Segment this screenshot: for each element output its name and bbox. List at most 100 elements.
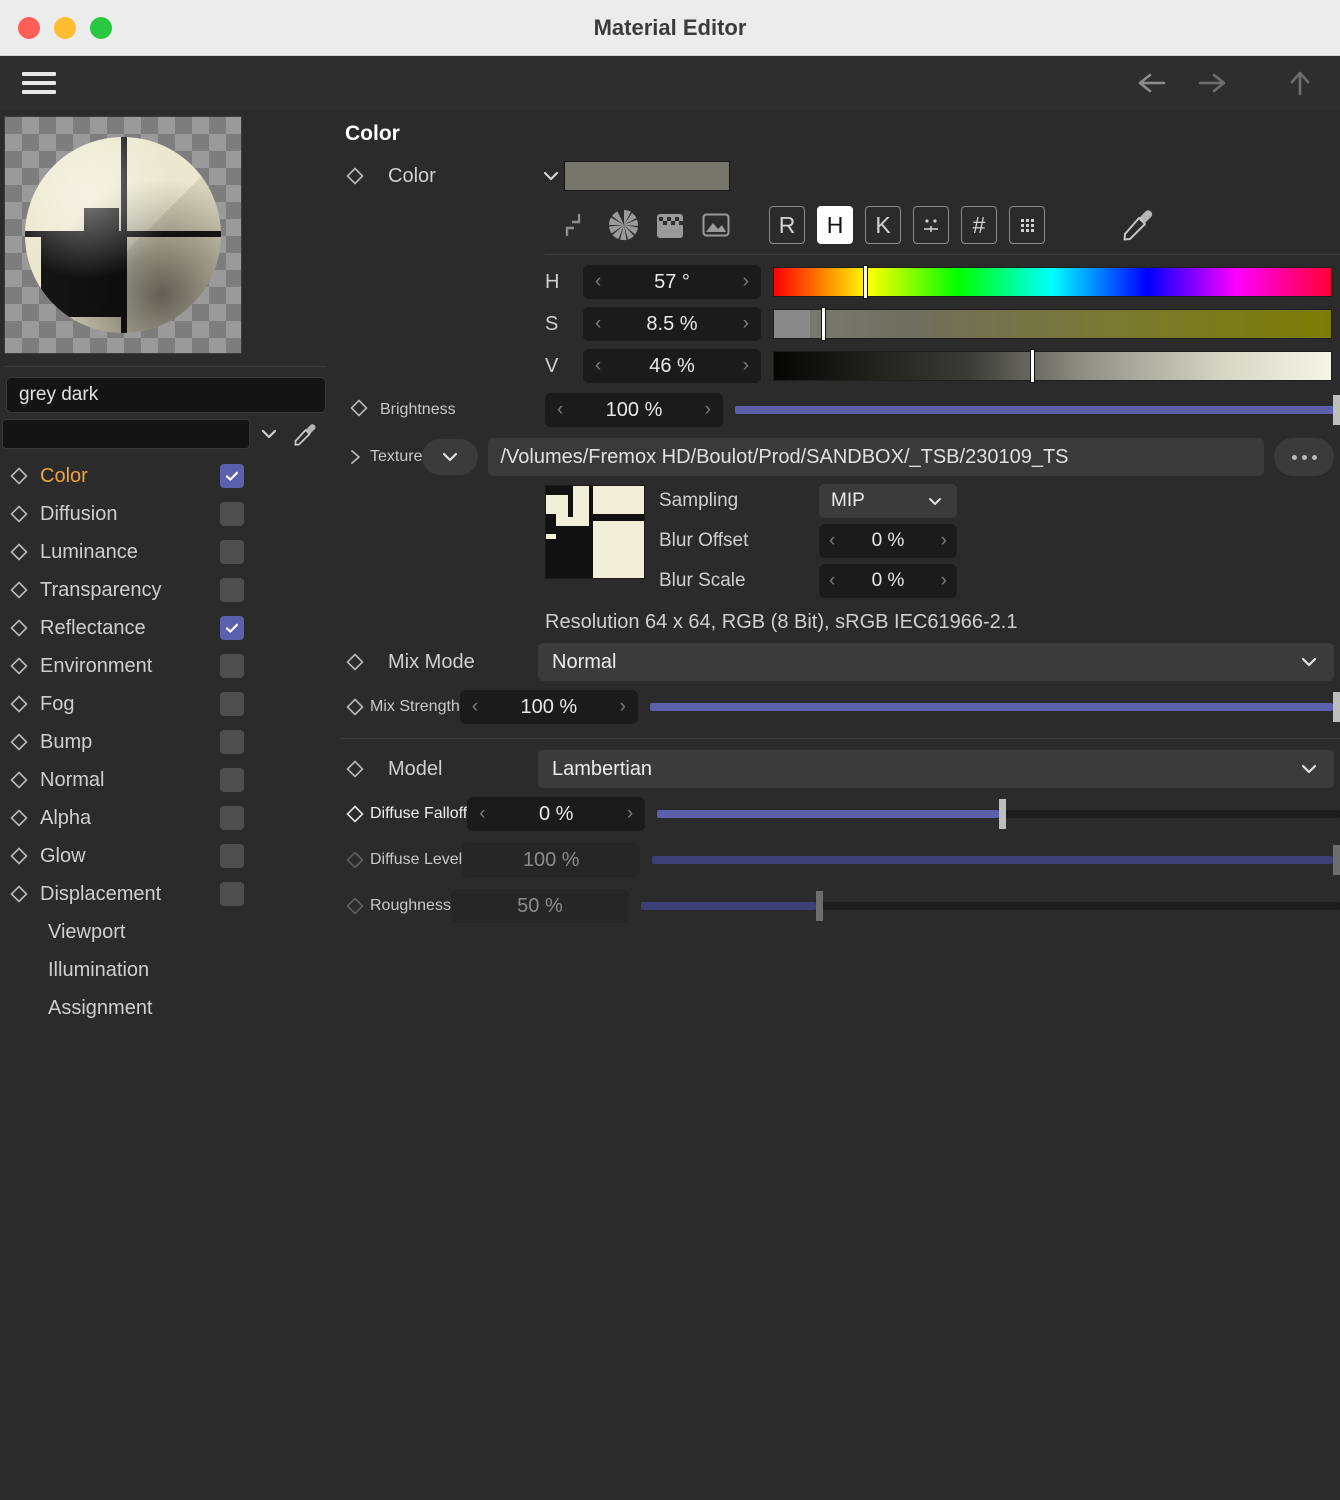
color-picker-eyedropper-icon[interactable] xyxy=(1115,205,1161,245)
kelvin-mode-button[interactable]: K xyxy=(865,206,901,244)
channel-checkbox[interactable] xyxy=(220,464,244,488)
sidebar-item-environment[interactable]: Environment xyxy=(0,647,340,685)
blur-scale-stepper[interactable]: ‹ 0 % › xyxy=(819,564,957,598)
image-icon[interactable] xyxy=(693,207,739,243)
channel-checkbox[interactable] xyxy=(220,578,244,602)
mix-strength-slider[interactable] xyxy=(649,692,1340,722)
saturation-marker[interactable] xyxy=(821,307,827,341)
diamond-icon[interactable] xyxy=(10,885,40,903)
color-chevron-down-icon[interactable] xyxy=(538,165,564,187)
value-marker[interactable] xyxy=(1030,349,1036,383)
sampling-select[interactable]: MIP xyxy=(819,484,957,518)
brightness-handle[interactable] xyxy=(1333,395,1340,425)
texture-path-input[interactable]: /Volumes/Fremox HD/Boulot/Prod/SANDBOX/_… xyxy=(488,438,1264,476)
diamond-icon[interactable] xyxy=(10,505,40,523)
mix-strength-diamond-icon[interactable] xyxy=(340,698,370,716)
spectrum-mode-button[interactable] xyxy=(913,206,949,244)
channel-checkbox[interactable] xyxy=(220,768,244,792)
value-increment[interactable]: › xyxy=(743,355,749,377)
saturation-gradient-bar[interactable] xyxy=(773,307,1332,341)
diamond-icon[interactable] xyxy=(10,809,40,827)
diamond-icon[interactable] xyxy=(10,657,40,675)
hue-increment[interactable]: › xyxy=(743,271,749,293)
sidebar-item-transparency[interactable]: Transparency xyxy=(0,571,340,609)
texture-dropdown-button[interactable] xyxy=(422,439,479,475)
diamond-icon[interactable] xyxy=(10,847,40,865)
blur-offset-stepper[interactable]: ‹ 0 % › xyxy=(819,524,957,558)
channel-checkbox[interactable] xyxy=(220,540,244,564)
mix-strength-stepper[interactable]: ‹ 100 % › xyxy=(459,690,638,724)
arrow-left-icon[interactable] xyxy=(1132,68,1172,98)
blur-scale-increment[interactable]: › xyxy=(941,570,947,592)
material-name-input[interactable]: grey dark xyxy=(6,377,326,413)
channel-checkbox[interactable] xyxy=(220,844,244,868)
diamond-icon[interactable] xyxy=(10,733,40,751)
diamond-icon[interactable] xyxy=(10,581,40,599)
mix-mode-select[interactable]: Normal xyxy=(538,643,1334,681)
material-preview[interactable] xyxy=(0,110,340,354)
channel-checkbox[interactable] xyxy=(220,730,244,754)
sidebar-item-reflectance[interactable]: Reflectance xyxy=(0,609,340,647)
hue-stepper[interactable]: ‹ 57 ° › xyxy=(583,265,761,299)
checker-gradient-icon[interactable] xyxy=(647,207,693,243)
diffuse-falloff-diamond-icon[interactable] xyxy=(340,805,370,823)
sidebar-item-illumination[interactable]: Illumination xyxy=(0,951,340,989)
diamond-icon[interactable] xyxy=(10,543,40,561)
sidebar-item-viewport[interactable]: Viewport xyxy=(0,913,340,951)
value-gradient-bar[interactable] xyxy=(773,349,1332,383)
brightness-increment[interactable]: › xyxy=(705,399,711,421)
texture-browse-button[interactable] xyxy=(1274,438,1334,476)
model-diamond-icon[interactable] xyxy=(340,760,370,778)
arrow-right-icon[interactable] xyxy=(1192,68,1232,98)
channel-checkbox[interactable] xyxy=(220,502,244,526)
layer-select-input[interactable] xyxy=(2,419,250,449)
color-swatch[interactable] xyxy=(564,161,730,191)
sidebar-item-glow[interactable]: Glow xyxy=(0,837,340,875)
chevron-down-icon[interactable] xyxy=(256,423,282,445)
model-select[interactable]: Lambertian xyxy=(538,750,1334,788)
diffuse-falloff-slider[interactable] xyxy=(657,799,1340,829)
mix-strength-handle[interactable] xyxy=(1333,692,1340,722)
channel-checkbox[interactable] xyxy=(220,806,244,830)
color-wheel-icon[interactable] xyxy=(601,207,647,243)
diamond-icon[interactable] xyxy=(340,167,370,185)
diffuse-falloff-stepper[interactable]: ‹ 0 % › xyxy=(467,797,646,831)
sidebar-item-assignment[interactable]: Assignment xyxy=(0,989,340,1027)
texture-expand-arrow-icon[interactable] xyxy=(340,448,370,466)
diamond-icon[interactable] xyxy=(10,771,40,789)
brightness-diamond-icon[interactable] xyxy=(350,398,368,422)
diamond-icon[interactable] xyxy=(10,695,40,713)
diamond-icon[interactable] xyxy=(10,619,40,637)
sidebar-item-normal[interactable]: Normal xyxy=(0,761,340,799)
saturation-increment[interactable]: › xyxy=(743,313,749,335)
corner-brackets-icon[interactable] xyxy=(545,205,601,245)
hue-marker[interactable] xyxy=(863,265,869,299)
channel-checkbox[interactable] xyxy=(220,692,244,716)
mix-mode-diamond-icon[interactable] xyxy=(340,653,370,671)
blur-scale-decrement[interactable]: ‹ xyxy=(829,570,835,592)
diffuse-falloff-increment[interactable]: › xyxy=(627,803,633,825)
diffuse-falloff-handle[interactable] xyxy=(998,799,1006,829)
value-stepper[interactable]: ‹ 46 % › xyxy=(583,349,761,383)
arrow-up-icon[interactable] xyxy=(1282,65,1318,101)
brightness-slider[interactable] xyxy=(735,395,1340,425)
channel-checkbox[interactable] xyxy=(220,616,244,640)
mix-strength-increment[interactable]: › xyxy=(619,696,625,718)
blur-offset-decrement[interactable]: ‹ xyxy=(829,530,835,552)
hex-mode-button[interactable]: # xyxy=(961,206,997,244)
channel-checkbox[interactable] xyxy=(220,654,244,678)
sidebar-item-displacement[interactable]: Displacement xyxy=(0,875,340,913)
hamburger-icon[interactable] xyxy=(22,72,56,94)
swatches-mode-button[interactable] xyxy=(1009,206,1045,244)
sidebar-item-fog[interactable]: Fog xyxy=(0,685,340,723)
diamond-icon[interactable] xyxy=(10,467,40,485)
eyedropper-icon[interactable] xyxy=(288,420,322,448)
saturation-stepper[interactable]: ‹ 8.5 % › xyxy=(583,307,761,341)
texture-thumbnail[interactable] xyxy=(545,485,645,579)
hsv-mode-button[interactable]: H xyxy=(817,206,853,244)
sidebar-item-luminance[interactable]: Luminance xyxy=(0,533,340,571)
sidebar-item-alpha[interactable]: Alpha xyxy=(0,799,340,837)
sidebar-item-bump[interactable]: Bump xyxy=(0,723,340,761)
hue-gradient-bar[interactable] xyxy=(773,265,1332,299)
sidebar-item-color[interactable]: Color xyxy=(0,457,340,495)
